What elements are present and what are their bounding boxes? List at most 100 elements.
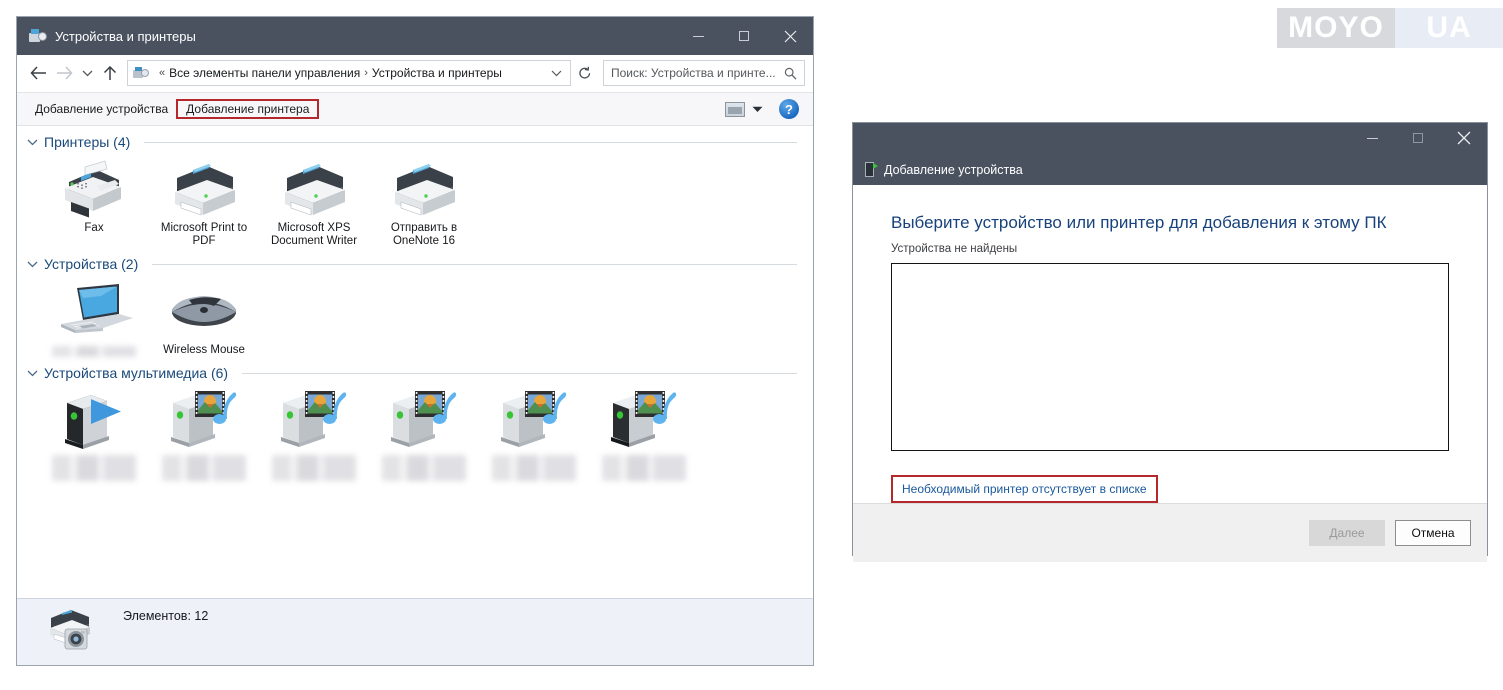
forward-arrow-icon <box>51 60 77 86</box>
item-label: Wireless Mouse <box>163 344 245 356</box>
next-button-accesskey: Д <box>1329 526 1338 540</box>
item-label <box>492 455 576 481</box>
add-device-dialog: Добавление устройства Выберите устройств… <box>852 122 1488 562</box>
watermark-text-moyo: MOYO <box>1288 11 1384 44</box>
help-button[interactable]: ? <box>779 99 799 119</box>
breadcrumb[interactable]: « Все элементы панели управления › Устро… <box>127 60 571 86</box>
group-chevron-down-icon[interactable] <box>27 260 38 268</box>
group-title: Принтеры (4) <box>44 134 131 150</box>
printer-not-listed-link[interactable]: Необходимый принтер отсутствует в списке <box>902 482 1147 496</box>
watermark-text-ua: UA <box>1426 11 1472 44</box>
window-controls <box>675 17 813 55</box>
list-item[interactable] <box>589 381 699 481</box>
group-rule <box>152 263 797 265</box>
printer-icon <box>269 158 359 218</box>
dialog-body: Выберите устройство или принтер для доба… <box>853 185 1487 503</box>
command-bar: Добавление устройства Добавление принтер… <box>17 92 813 126</box>
media-player-device-icon <box>49 389 139 449</box>
moyo-ua-watermark: MOYO UA <box>1277 8 1503 48</box>
add-device-button[interactable]: Добавление устройства <box>27 99 176 119</box>
list-item[interactable] <box>39 381 149 481</box>
device-list[interactable] <box>891 263 1449 451</box>
list-item[interactable]: Microsoft Print to PDF <box>149 150 259 248</box>
item-label: Microsoft XPS Document Writer <box>270 222 358 247</box>
mouse-icon <box>159 280 249 340</box>
refresh-icon[interactable] <box>573 61 597 85</box>
group-rule <box>144 141 797 143</box>
breadcrumb-item-control-panel[interactable]: Все элементы панели управления <box>169 66 360 80</box>
minimize-icon[interactable] <box>1349 123 1395 153</box>
list-item[interactable] <box>479 381 589 481</box>
devices-row: Wireless Mouse <box>17 272 813 357</box>
maximize-icon[interactable] <box>721 17 767 55</box>
recent-locations-chevron-down-icon[interactable] <box>77 60 97 86</box>
list-item[interactable] <box>39 272 149 357</box>
view-chevron-down-icon[interactable] <box>752 100 763 118</box>
items-view: Принтеры (4) Fax Microsoft Print to PDF … <box>17 126 813 598</box>
add-device-icon <box>865 162 878 177</box>
close-icon[interactable] <box>767 17 813 55</box>
list-item[interactable]: Microsoft XPS Document Writer <box>259 150 369 248</box>
search-input[interactable]: Поиск: Устройства и принте... <box>603 60 805 86</box>
up-arrow-icon[interactable] <box>97 60 123 86</box>
printer-icon <box>379 158 469 218</box>
minimize-icon[interactable] <box>675 17 721 55</box>
media-server-device-icon <box>159 389 249 449</box>
item-label: Microsoft Print to PDF <box>160 222 248 247</box>
list-item[interactable] <box>369 381 479 481</box>
next-button-label: алее <box>1337 526 1365 540</box>
multimedia-row <box>17 381 813 481</box>
item-label <box>52 455 136 481</box>
list-item[interactable]: Fax <box>39 150 149 248</box>
maximize-icon <box>1395 123 1441 153</box>
item-label <box>602 455 686 481</box>
watermark-tile-moyo: MOYO <box>1277 8 1395 48</box>
media-server-device-icon <box>379 389 469 449</box>
fax-printer-icon <box>49 158 139 218</box>
breadcrumb-chevron-down-icon[interactable] <box>551 69 562 77</box>
printer-camera-icon <box>43 609 101 655</box>
media-server-device-icon <box>269 389 359 449</box>
item-label <box>272 455 356 481</box>
group-header-devices[interactable]: Устройства (2) <box>17 248 813 272</box>
item-label: Fax <box>84 222 104 234</box>
back-arrow-icon[interactable] <box>25 60 51 86</box>
view-layout-icon[interactable] <box>725 101 745 117</box>
cancel-button[interactable]: Отмена <box>1395 520 1471 546</box>
add-printer-button[interactable]: Добавление принтера <box>176 99 320 119</box>
close-icon[interactable] <box>1441 123 1487 153</box>
media-server-device-icon <box>489 389 579 449</box>
breadcrumb-overflow[interactable]: « <box>159 67 165 79</box>
dialog-footer: Далее Отмена <box>853 503 1487 562</box>
group-chevron-down-icon[interactable] <box>27 369 38 377</box>
breadcrumb-devices-icon <box>133 66 149 80</box>
devices-and-printers-icon <box>29 28 47 44</box>
dialog-title-row: Добавление устройства <box>865 162 1023 177</box>
item-label <box>162 455 246 481</box>
list-item[interactable]: Wireless Mouse <box>149 272 259 357</box>
group-header-printers[interactable]: Принтеры (4) <box>17 126 813 150</box>
view-options[interactable] <box>725 100 763 118</box>
group-title: Устройства мультимедиа (6) <box>44 365 229 381</box>
item-label <box>382 455 466 481</box>
dialog-title: Добавление устройства <box>884 162 1023 177</box>
status-item-count: Элементов: 12 <box>123 609 209 623</box>
group-chevron-down-icon[interactable] <box>27 138 38 146</box>
search-placeholder: Поиск: Устройства и принте... <box>611 66 776 80</box>
printer-not-listed-highlight: Необходимый принтер отсутствует в списке <box>891 475 1158 503</box>
list-item[interactable]: Отправить в OneNote 16 <box>369 150 479 248</box>
window-title: Устройства и принтеры <box>55 28 196 44</box>
list-item[interactable] <box>259 381 369 481</box>
dialog-subtext: Устройства не найдены <box>891 243 1018 255</box>
breadcrumb-separator: › <box>364 67 368 79</box>
search-icon[interactable] <box>784 67 797 80</box>
list-item[interactable] <box>149 381 259 481</box>
group-header-multimedia[interactable]: Устройства мультимедиа (6) <box>17 357 813 381</box>
media-server-device-icon <box>599 389 689 449</box>
item-label <box>52 346 136 357</box>
breadcrumb-item-devices-and-printers[interactable]: Устройства и принтеры <box>372 66 502 80</box>
laptop-icon <box>49 280 139 340</box>
dialog-titlebar: Добавление устройства <box>853 123 1487 185</box>
devices-and-printers-window: Устройства и принтеры « Все элементы пан… <box>16 16 814 666</box>
dialog-heading: Выберите устройство или принтер для доба… <box>891 213 1387 232</box>
